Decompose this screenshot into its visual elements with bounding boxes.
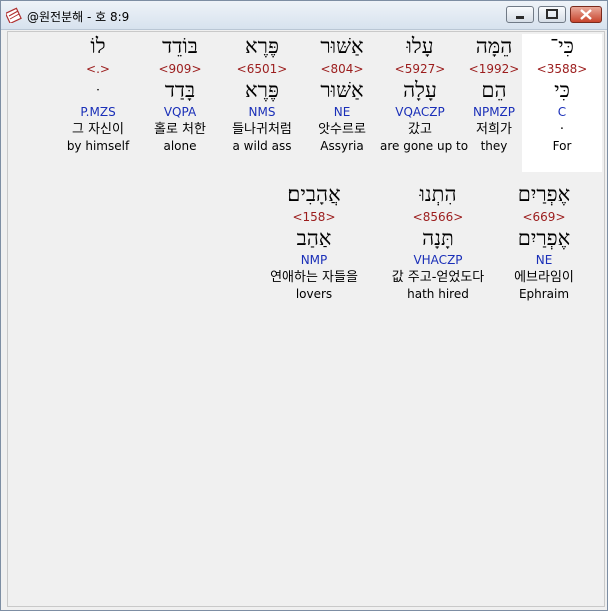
word-cell[interactable]: הִתְנוּ <8566> תָּנָה VHACZP 값 주고-얻었도다 hath h… — [378, 182, 498, 312]
bible-book-icon[interactable] — [6, 7, 22, 23]
minimize-button[interactable] — [506, 6, 534, 23]
window-title: @원전분해 - 호 8:9 — [27, 10, 130, 24]
english-gloss: by himself — [66, 139, 130, 153]
english-gloss: hath hired — [407, 287, 469, 301]
morphology-code: VHACZP — [413, 253, 463, 267]
english-gloss: Ephraim — [518, 287, 570, 301]
korean-gloss: · — [559, 122, 565, 137]
korean-gloss: 연애하는 자들을 — [270, 270, 358, 285]
hebrew-word: לוֹ — [90, 34, 106, 58]
lemma-word: אַשּׁוּר — [320, 78, 364, 102]
strong-number[interactable]: <158> — [258, 210, 370, 226]
word-cell[interactable]: אֶפְרַיִם <669> אֶפְרַיִם NE 에브라임이 Ephraim — [500, 182, 588, 312]
strong-number[interactable]: <669> — [500, 210, 588, 226]
hebrew-word: בּוֹדֵד — [162, 34, 198, 58]
strong-number[interactable]: <1992> — [454, 62, 534, 78]
hebrew-word: כִּי־ — [550, 34, 574, 58]
hebrew-word: אֲהָבִים׃ — [287, 182, 341, 206]
strong-number[interactable]: <909> — [140, 62, 220, 78]
maximize-icon — [546, 9, 558, 19]
word-cell[interactable]: לוֹ <.>ּP.MZS 그 자신이 by himself — [58, 34, 138, 172]
english-gloss: Assyria — [320, 139, 364, 153]
word-cell[interactable]: כִּי־ <3588> כִּי C · For — [522, 34, 602, 172]
lemma-word: פֶּרֶא — [245, 78, 279, 102]
word-cell[interactable]: פֶּרֶא <6501> פֶּרֶא NMS 들나귀처럼 a wild ass — [222, 34, 302, 172]
verse-analysis-panel: כִּי־ <3588> כִּי C · For הֵמָּה <1992> הֵם NPMZP… — [7, 31, 605, 607]
strong-number[interactable]: <3588> — [522, 62, 602, 78]
hebrew-word: אַשּׁוּר — [320, 34, 364, 58]
morphology-code: NMP — [300, 253, 328, 267]
strong-number[interactable]: <804> — [302, 62, 382, 78]
strong-number[interactable]: <6501> — [222, 62, 302, 78]
morphology-code: P.MZS — [80, 105, 116, 119]
english-gloss: For — [552, 139, 572, 153]
korean-gloss: 저희가 — [476, 122, 512, 137]
korean-gloss: 홀로 처한 — [154, 122, 206, 137]
word-cell[interactable]: אֲהָבִים׃ <158> אַהַב NMP 연애하는 자들을 lovers — [258, 182, 370, 312]
english-gloss: a wild ass — [232, 139, 292, 153]
korean-gloss: 에브라임이 — [514, 270, 574, 285]
lemma-word: עָלָה — [403, 78, 437, 102]
word-cell[interactable]: אַשּׁוּר <804> אַשּׁוּר NE 앗수르로 Assyria — [302, 34, 382, 172]
close-icon — [580, 9, 592, 20]
morphology-code: NPMZP — [472, 105, 516, 119]
maximize-button[interactable] — [538, 6, 566, 23]
korean-gloss: 앗수르로 — [318, 122, 366, 137]
hebrew-word: אֶפְרַיִם — [517, 182, 571, 206]
morphology-code: C — [557, 105, 567, 119]
korean-gloss: 값 주고-얻었도다 — [391, 270, 485, 285]
english-gloss: lovers — [295, 287, 333, 301]
lemma-word: בָּדַד — [164, 78, 196, 102]
title-bar[interactable]: @원전분해 - 호 8:9 — [1, 1, 607, 30]
morphology-code: NMS — [248, 105, 276, 119]
korean-gloss: 그 자신이 — [72, 122, 124, 137]
lemma-word: אַהַב — [296, 226, 332, 250]
lemma-word: הֵם — [481, 78, 507, 102]
morphology-code: VQACZP — [395, 105, 445, 119]
lemma-word: ּ — [58, 78, 138, 104]
korean-gloss: 들나귀처럼 — [232, 122, 292, 137]
korean-gloss: 갔고 — [408, 122, 432, 137]
close-button[interactable] — [570, 6, 602, 23]
english-gloss: are gone up to — [380, 139, 469, 153]
lemma-word: אֶפְרַיִם — [517, 226, 571, 250]
window: @원전분해 - 호 8:9 כִּי־ <3588> כִּי C · For הֵמָּה… — [0, 0, 608, 611]
lemma-word: תָּנָה — [422, 226, 454, 250]
strong-number[interactable]: <8566> — [378, 210, 498, 226]
minimize-icon — [516, 16, 524, 19]
hebrew-word: עָלוּ — [406, 34, 434, 58]
hebrew-word: הִתְנוּ — [419, 182, 457, 206]
word-cell[interactable]: עָלוּ <5927> עָלָה VQACZP 갔고 are gone up to — [380, 34, 469, 172]
morphology-code: NE — [535, 253, 553, 267]
word-cell[interactable]: בּוֹדֵד <909> בָּדַד VQPA 홀로 처한 alone — [140, 34, 220, 172]
strong-number[interactable]: <.> — [58, 62, 138, 78]
lemma-word: כִּי — [554, 78, 570, 102]
hebrew-word: הֵמָּה — [475, 34, 513, 58]
english-gloss: alone — [163, 139, 197, 153]
morphology-code: VQPA — [163, 105, 197, 119]
morphology-code: NE — [333, 105, 351, 119]
strong-number[interactable]: <5927> — [380, 62, 460, 78]
hebrew-word: פֶּרֶא — [245, 34, 279, 58]
